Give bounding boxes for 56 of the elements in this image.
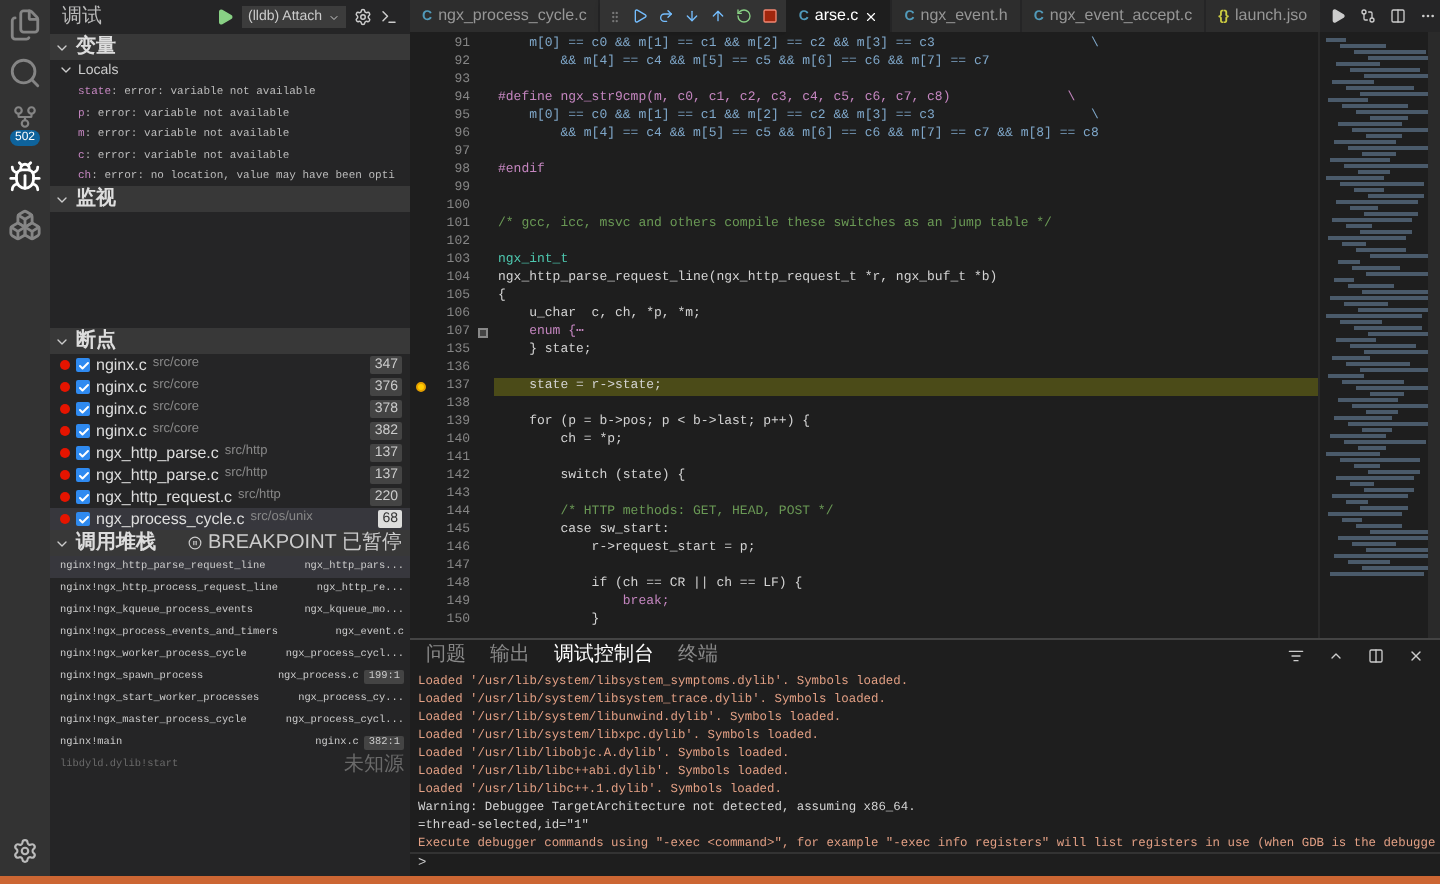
play-icon[interactable] <box>1329 8 1346 24</box>
close-icon[interactable] <box>1408 647 1424 663</box>
section-header[interactable]: 断点 <box>50 328 410 354</box>
split-editor-icon[interactable] <box>1389 8 1406 24</box>
breakpoint-file: ngx_http_parse.c <box>96 445 219 461</box>
scrollbar[interactable] <box>1428 32 1440 638</box>
breakpoint-file: nginx.c <box>96 379 147 395</box>
stop-icon[interactable] <box>762 8 779 24</box>
caret-icon <box>328 11 340 23</box>
panel-tab[interactable]: 调试控制台 <box>554 645 654 665</box>
extensions-icon[interactable] <box>8 208 42 242</box>
layout-icon[interactable] <box>1368 647 1384 663</box>
terminal-icon[interactable] <box>380 8 398 26</box>
section-header[interactable]: 调用堆栈 BREAKPOINT 已暂停 <box>50 530 410 556</box>
frame-file: 未知源 <box>344 755 404 775</box>
checkbox[interactable] <box>76 512 90 526</box>
checkbox[interactable] <box>76 468 90 482</box>
settings-icon[interactable] <box>354 8 372 26</box>
breakpoint-file: nginx.c <box>96 357 147 373</box>
breakpoint-file: ngx_process_cycle.c <box>96 511 245 527</box>
breakpoint-file: ngx_http_parse.c <box>96 467 219 483</box>
step-out-icon[interactable] <box>710 8 727 24</box>
settings-icon[interactable] <box>12 838 38 864</box>
breakpoint-file: nginx.c <box>96 401 147 417</box>
breakpoint-file: ngx_http_request.c <box>96 489 233 505</box>
panel-tab[interactable]: 终端 <box>678 645 718 665</box>
search-icon[interactable] <box>8 56 42 90</box>
pause-status: BREAKPOINT 已暂停 <box>207 533 404 553</box>
bug-icon[interactable] <box>8 160 42 194</box>
checkbox[interactable] <box>76 446 90 460</box>
section-title: 调用堆栈 <box>76 533 156 553</box>
step-over-icon[interactable] <box>658 8 675 24</box>
checkbox[interactable] <box>76 424 90 438</box>
restart-icon[interactable] <box>736 8 753 24</box>
checkbox[interactable] <box>76 380 90 394</box>
play-icon[interactable] <box>216 8 235 26</box>
sidebar-title: 调试 <box>62 7 102 27</box>
pause-icon <box>187 536 202 550</box>
section-header[interactable]: 监视 <box>50 186 410 212</box>
breakpoint-file: nginx.c <box>96 423 147 439</box>
panel-tab[interactable]: 问题 <box>426 645 466 665</box>
continue-icon[interactable] <box>632 8 649 24</box>
section-title: 断点 <box>76 331 116 351</box>
step-into-icon[interactable] <box>684 8 701 24</box>
section-title: 监视 <box>76 189 116 209</box>
files-icon[interactable] <box>8 8 42 42</box>
branch-icon[interactable] <box>11 104 38 130</box>
checkbox[interactable] <box>76 490 90 504</box>
section-header[interactable]: 变量 <box>50 34 410 60</box>
clear-console-icon[interactable] <box>1288 647 1304 663</box>
checkbox[interactable] <box>76 358 90 372</box>
checkbox[interactable] <box>76 402 90 416</box>
section-title: 变量 <box>76 37 116 57</box>
panel-tab[interactable]: 输出 <box>490 645 530 665</box>
fold-icon[interactable] <box>477 328 487 338</box>
compare-icon[interactable] <box>1359 8 1376 24</box>
